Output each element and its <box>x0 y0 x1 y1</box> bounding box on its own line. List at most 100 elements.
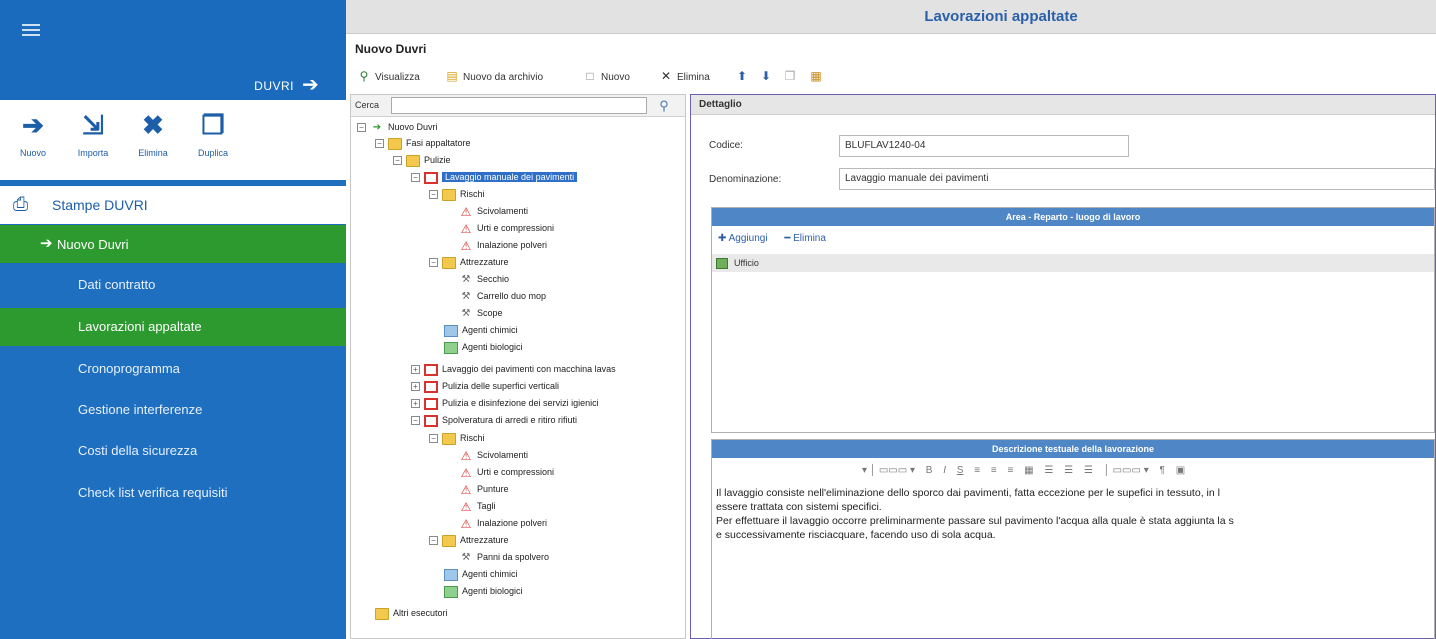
collapse-toggle-icon[interactable]: − <box>429 434 438 444</box>
add-area-button[interactable]: ✚ Aggiungi <box>718 233 768 244</box>
tree-node-root[interactable]: − ➔ Nuovo Duvri <box>357 119 438 136</box>
expand-toggle-icon[interactable]: + <box>411 365 420 375</box>
align-right-icon[interactable]: ≡ <box>1007 465 1013 476</box>
collapse-toggle-icon[interactable]: − <box>429 190 438 200</box>
duplicate-button[interactable]: ❐ Duplica <box>186 108 240 158</box>
tree-node-tool[interactable]: ⚒ Carrello duo mop <box>459 288 547 305</box>
delete-item-button[interactable]: ✕ Elimina <box>658 67 710 85</box>
expand-toggle-icon[interactable]: + <box>411 399 420 409</box>
name-field[interactable]: Lavaggio manuale dei pavimenti <box>839 168 1435 190</box>
source-icon[interactable]: ▣ <box>1176 465 1185 476</box>
tree-node-risk[interactable]: ⚠ Urti e compressioni <box>459 464 554 481</box>
tree-node-risk[interactable]: ⚠ Inalazione polveri <box>459 237 547 254</box>
view-button[interactable]: ⚲ Visualizza <box>356 67 420 85</box>
sidebar-item-lavorazioni-appaltate[interactable]: Lavorazioni appaltate <box>0 308 346 346</box>
new-item-button[interactable]: □ Nuovo <box>582 67 630 85</box>
font-dropdown[interactable]: ▾ │ ▭▭▭ ▾ <box>862 465 915 476</box>
description-text[interactable]: Il lavaggio consiste nell'eliminazione d… <box>716 486 1432 542</box>
italic-icon[interactable]: I <box>943 465 946 476</box>
sidebar-item-check-list[interactable]: Check list verifica requisiti <box>0 474 346 512</box>
paste-button[interactable]: ▦ <box>808 67 827 85</box>
tree-node-work[interactable]: − Spolveratura di arredi e ritiro rifiuti <box>411 412 577 429</box>
collapse-toggle-icon[interactable]: − <box>429 536 438 546</box>
tree-node-tool[interactable]: ⚒ Panni da spolvero <box>459 549 550 566</box>
print-duvri-label: Stampe DUVRI <box>52 197 148 213</box>
search-input[interactable] <box>391 97 647 114</box>
sidebar-item-gestione-interferenze[interactable]: Gestione interferenze <box>0 391 346 429</box>
new-button-label: Nuovo <box>19 148 46 158</box>
paragraph-icon[interactable]: ¶ <box>1160 465 1165 476</box>
tree-node-label: Agenti chimici <box>462 569 518 579</box>
code-field[interactable]: BLUFLAV1240-04 <box>839 135 1129 157</box>
tree-node-biological[interactable]: Agenti biologici <box>444 583 523 600</box>
tree-node-pulizie[interactable]: − Pulizie <box>393 152 451 169</box>
tree-node-biological[interactable]: Agenti biologici <box>444 339 523 356</box>
collapse-toggle-icon[interactable]: − <box>411 173 420 183</box>
indent-icon[interactable]: ☰ <box>1084 465 1093 476</box>
tree-node-risk[interactable]: ⚠ Punture <box>459 481 509 498</box>
new-button[interactable]: ➔ Nuovo <box>6 108 60 158</box>
copy-button[interactable]: ❐ <box>782 67 801 85</box>
expand-toggle-icon[interactable]: + <box>411 382 420 392</box>
sidebar-item-label: Cronoprogramma <box>78 361 180 376</box>
tree-node-risk[interactable]: ⚠ Urti e compressioni <box>459 220 554 237</box>
tree-node-label: Rischi <box>460 189 485 199</box>
bold-icon[interactable]: B <box>926 465 933 476</box>
collapse-toggle-icon[interactable]: − <box>411 416 420 426</box>
underline-icon[interactable]: S <box>957 465 964 476</box>
tree-node-label: Tagli <box>477 501 496 511</box>
collapse-toggle-icon[interactable]: − <box>357 123 366 133</box>
new-from-archive-button[interactable]: ▤ Nuovo da archivio <box>444 67 543 85</box>
search-icon[interactable]: ⚲ <box>655 97 673 115</box>
area-row[interactable]: Ufficio <box>712 254 1434 272</box>
sidebar-item-dati-contratto[interactable]: Dati contratto <box>0 266 346 304</box>
warning-icon: ⚠ <box>460 238 472 253</box>
description-line: Il lavaggio consiste nell'eliminazione d… <box>716 487 1220 499</box>
tree-node-lavaggio-manuale[interactable]: − Lavaggio manuale dei pavimenti <box>411 169 578 186</box>
new-file-icon: □ <box>586 69 594 83</box>
numbered-list-icon[interactable]: ☰ <box>1064 465 1073 476</box>
sidebar-item-costi-sicurezza[interactable]: Costi della sicurezza <box>0 432 346 470</box>
tree-node-work[interactable]: + Lavaggio dei pavimenti con macchina lav… <box>411 361 616 378</box>
justify-icon[interactable]: ▦ <box>1024 465 1033 476</box>
description-line: e successivamente risciacquare, facendo … <box>716 529 996 541</box>
tree-node-altri[interactable]: Altri esecutori <box>375 605 448 622</box>
tree-node-attrezzature[interactable]: − Attrezzature <box>429 532 509 549</box>
tree-node-fasi[interactable]: − Fasi appaltatore <box>375 135 471 152</box>
tree-node-chemical[interactable]: Agenti chimici <box>444 322 518 339</box>
minus-icon: ━ <box>784 233 791 244</box>
tree-node-work[interactable]: + Pulizia delle superfici verticali <box>411 378 559 395</box>
tree-node-risk[interactable]: ⚠ Scivolamenti <box>459 203 528 220</box>
current-document-item[interactable]: ➔ Nuovo Duvri <box>0 225 346 263</box>
tree-node-tool[interactable]: ⚒ Scope <box>459 305 503 322</box>
tree-node-risk[interactable]: ⚠ Scivolamenti <box>459 447 528 464</box>
tree-node-work[interactable]: + Pulizia e disinfezione dei servizi igie… <box>411 395 599 412</box>
align-center-icon[interactable]: ≡ <box>991 465 997 476</box>
collapse-toggle-icon[interactable]: − <box>393 156 402 166</box>
tree-node-rischi[interactable]: − Rischi <box>429 430 485 447</box>
tree-node-label: Secchio <box>477 274 510 284</box>
tree-node-label: Scivolamenti <box>477 450 529 460</box>
detail-title: Dettaglio <box>699 99 742 110</box>
delete-area-button[interactable]: ━ Elimina <box>784 233 826 244</box>
sidebar-item-cronoprogramma[interactable]: Cronoprogramma <box>0 350 346 388</box>
align-left-icon[interactable]: ≡ <box>974 465 980 476</box>
work-task-icon <box>424 171 438 184</box>
tree-node-risk[interactable]: ⚠ Inalazione polveri <box>459 515 547 532</box>
tree-node-attrezzature[interactable]: − Attrezzature <box>429 254 509 271</box>
tree-node-risk[interactable]: ⚠ Tagli <box>459 498 496 515</box>
bullet-list-icon[interactable]: ☰ <box>1044 465 1053 476</box>
move-up-button[interactable]: ⬆ <box>734 67 753 85</box>
print-duvri-button[interactable]: ⎙ Stampe DUVRI <box>0 186 346 224</box>
delete-button[interactable]: ✖ Elimina <box>126 108 180 158</box>
tree-node-rischi[interactable]: − Rischi <box>429 186 485 203</box>
collapse-toggle-icon[interactable]: − <box>375 139 384 149</box>
tree-node-label: Rischi <box>460 433 485 443</box>
collapse-toggle-icon[interactable]: − <box>429 258 438 268</box>
menu-icon[interactable] <box>22 24 40 36</box>
tree-node-tool[interactable]: ⚒ Secchio <box>459 271 510 288</box>
tree-node-chemical[interactable]: Agenti chimici <box>444 566 518 583</box>
style-dropdown[interactable]: │ ▭▭▭ ▾ <box>1104 465 1149 476</box>
import-button[interactable]: ⇲ Importa <box>66 108 120 158</box>
move-down-button[interactable]: ⬇ <box>758 67 777 85</box>
